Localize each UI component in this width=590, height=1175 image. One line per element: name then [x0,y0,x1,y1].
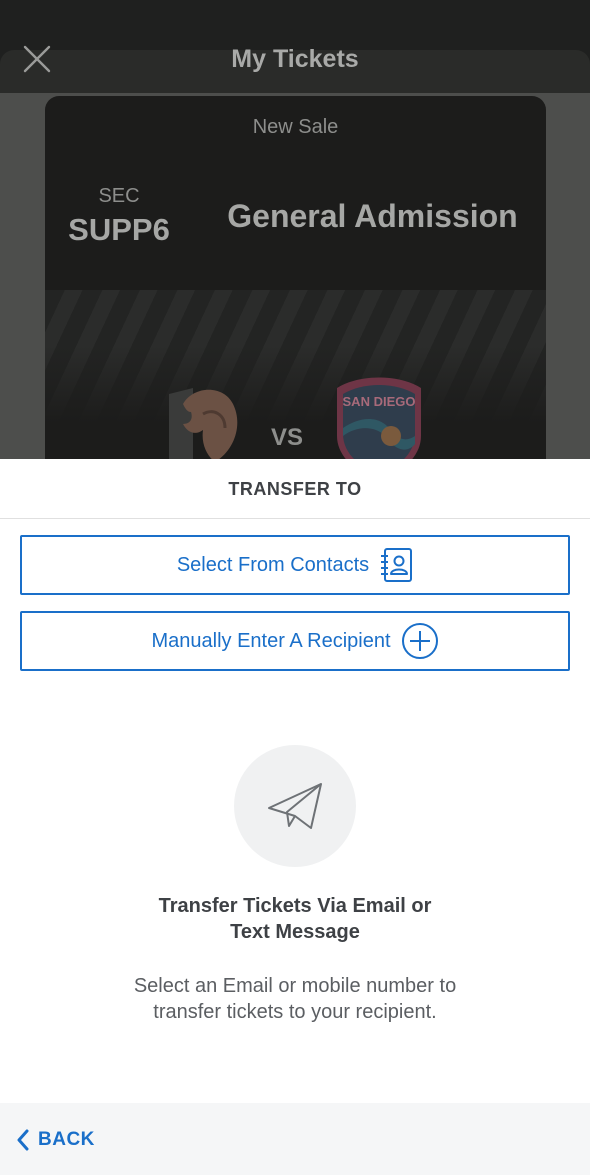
sale-label: New Sale [252,116,339,138]
away-team-crest-icon: SAN DIEGO [337,377,421,460]
transfer-info-description: Select an Email or mobile number to tran… [95,973,495,1025]
contacts-book-icon [381,548,413,582]
ticket-backdrop: My Tickets New Sale SEC SUPP6 General Ad… [0,0,590,460]
select-from-contacts-button[interactable]: Select From Contacts [20,535,570,595]
transfer-info-body-line1: Select an Email or mobile number to [133,975,457,997]
transfer-heading: TRANSFER TO [0,459,590,519]
transfer-info-title: Transfer Tickets Via Email or Text Messa… [95,893,495,945]
chevron-left-icon [17,1129,29,1151]
back-label: BACK [38,1129,95,1150]
sheet-footer: BACK [0,1103,590,1175]
back-button[interactable]: BACK [16,1125,95,1155]
section-label: SEC [98,185,140,207]
admission-type: General Admission [227,198,518,234]
manual-recipient-button[interactable]: Manually Enter A Recipient [20,611,570,671]
select-from-contacts-label: Select From Contacts [176,553,370,576]
section-value: SUPP6 [68,212,170,247]
transfer-info-body-line2: transfer tickets to your recipient. [153,1001,437,1023]
versus-label: VS [271,424,304,451]
page-title: My Tickets [231,45,359,73]
home-team-crest-icon [169,388,238,460]
ticket-card: New Sale SEC SUPP6 General Admission VS … [45,96,546,460]
paper-plane-icon [268,783,322,829]
plus-circle-icon [401,623,438,659]
paper-plane-badge [234,745,356,867]
transfer-info-title-line2: Text Message [230,921,360,943]
transfer-info-title-line1: Transfer Tickets Via Email or [158,895,432,917]
manual-recipient-label: Manually Enter A Recipient [151,629,391,652]
transfer-sheet: TRANSFER TO Select From Contacts Manuall… [0,459,590,1175]
away-team-crest-text: SAN DIEGO [343,394,416,409]
